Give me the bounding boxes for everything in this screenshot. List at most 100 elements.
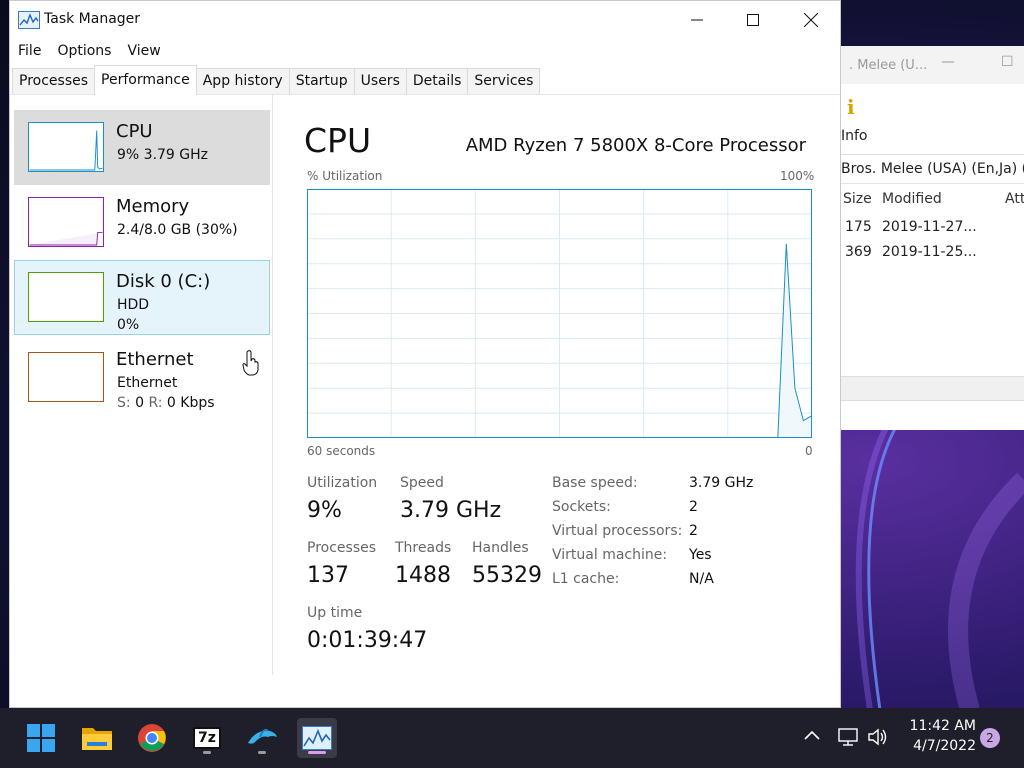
panel-title: CPU	[304, 121, 372, 160]
uptime-value: 0:01:39:47	[307, 628, 428, 653]
tab-performance[interactable]: Performance	[94, 65, 197, 95]
start-icon	[27, 724, 55, 752]
memory-mini-graph	[28, 197, 104, 247]
7zip-icon: 7z	[193, 727, 221, 749]
tab-startup[interactable]: Startup	[288, 68, 355, 94]
network-icon[interactable]	[836, 726, 860, 748]
sidebar-detail: Ethernet	[117, 375, 178, 391]
file-row[interactable]: 175 2019-11-27...	[841, 214, 1024, 239]
sockets-value: 2	[689, 499, 698, 515]
tab-app-history[interactable]: App history	[195, 68, 290, 94]
minimize-button[interactable]	[668, 1, 726, 39]
sidebar-item-cpu[interactable]: CPU 9% 3.79 GHz	[14, 110, 270, 185]
task-manager-window: Task Manager File Options View Processes…	[9, 0, 841, 708]
panel-divider	[272, 95, 273, 675]
ethernet-throughput: S: 0 R: 0 Kbps	[117, 395, 215, 411]
column-modified[interactable]: Modified	[882, 191, 942, 207]
threads-label: Threads	[395, 540, 452, 556]
file-size: 369	[845, 243, 872, 260]
l1-cache-value: N/A	[689, 571, 714, 587]
sidebar-detail: 2.4/8.0 GB (30%)	[117, 222, 238, 238]
virtual-processors-value: 2	[689, 523, 698, 539]
sockets-label: Sockets:	[552, 499, 611, 515]
menu-options[interactable]: Options	[57, 43, 111, 59]
file-row[interactable]: 369 2019-11-25...	[841, 239, 1024, 264]
7zip-button[interactable]: 7z	[187, 718, 227, 758]
chrome-icon	[138, 724, 166, 752]
graph-label: % Utilization	[307, 169, 383, 183]
graph-time-label: 60 seconds	[307, 444, 376, 458]
minimize-icon[interactable]: —	[941, 54, 955, 70]
utilization-label: Utilization	[307, 475, 378, 491]
performance-body: CPU 9% 3.79 GHz Memory 2.4/8.0 GB (30%) …	[10, 95, 840, 707]
speed-value: 3.79 GHz	[400, 498, 502, 523]
horizontal-scrollbar[interactable]	[841, 376, 1024, 400]
folder-icon	[82, 728, 112, 750]
disk-mini-graph	[28, 272, 104, 322]
dolphin-icon	[248, 728, 277, 744]
base-speed-label: Base speed:	[552, 475, 638, 491]
task-manager-app-icon	[18, 11, 40, 29]
base-speed-value: 3.79 GHz	[689, 475, 754, 491]
dolphin-button[interactable]	[242, 718, 282, 758]
sidebar-detail: HDD	[117, 297, 150, 313]
maximize-icon[interactable]: ☐	[1001, 54, 1014, 70]
cpu-mini-graph	[28, 122, 104, 172]
tab-processes[interactable]: Processes	[12, 68, 96, 94]
taskbar: 7z 11:42 AM 4/7/2022 2	[0, 708, 1024, 768]
file-modified: 2019-11-25...	[882, 243, 977, 260]
volume-icon[interactable]	[866, 726, 890, 748]
archive-path[interactable]: Bros. Melee (USA) (En,Ja) (R	[841, 154, 1024, 184]
chevron-up-icon[interactable]	[802, 726, 822, 746]
background-window-titlebar[interactable]: . Melee (U... — ☐	[841, 46, 1024, 84]
utilization-value: 9%	[307, 498, 342, 523]
handles-value: 55329	[472, 563, 542, 588]
uptime-label: Up time	[307, 605, 363, 621]
tab-services[interactable]: Services	[467, 68, 541, 94]
task-manager-button[interactable]	[297, 718, 337, 758]
task-manager-icon	[302, 726, 332, 750]
maximize-button[interactable]	[724, 1, 782, 39]
hand-cursor-icon	[242, 350, 259, 376]
info-button-label[interactable]: Info	[841, 128, 868, 144]
info-icon[interactable]: i	[847, 96, 861, 118]
column-attributes[interactable]: Att	[1005, 191, 1024, 207]
background-toolbar: i Info	[841, 84, 1024, 154]
close-button[interactable]	[782, 1, 840, 39]
sidebar-detail: 9% 3.79 GHz	[117, 147, 209, 163]
running-indicator	[203, 751, 211, 754]
ethernet-mini-graph	[28, 352, 104, 402]
graph-max-label: 100%	[780, 169, 815, 183]
sidebar-item-disk[interactable]: Disk 0 (C:) HDD 0%	[14, 260, 270, 335]
virtual-machine-label: Virtual machine:	[552, 547, 668, 563]
threads-value: 1488	[395, 563, 451, 588]
tab-users[interactable]: Users	[353, 68, 407, 94]
file-explorer-button[interactable]	[77, 718, 117, 758]
clock-date[interactable]: 4/7/2022	[900, 738, 976, 754]
titlebar[interactable]: Task Manager	[10, 1, 840, 39]
close-icon	[804, 13, 818, 27]
l1-cache-label: L1 cache:	[552, 571, 620, 587]
sidebar-item-ethernet[interactable]: Ethernet Ethernet S: 0 R: 0 Kbps	[14, 335, 270, 417]
sidebar-label: Memory	[116, 196, 190, 217]
chrome-button[interactable]	[132, 718, 172, 758]
graph-grid	[307, 189, 812, 438]
active-indicator	[308, 751, 326, 754]
menu-file[interactable]: File	[18, 43, 41, 59]
column-size[interactable]: Size	[843, 191, 872, 207]
start-button[interactable]	[21, 718, 61, 758]
cpu-utilization-graph	[307, 189, 812, 438]
file-list-header: Size Modified Att	[841, 184, 1024, 214]
clock-time[interactable]: 11:42 AM	[906, 718, 976, 734]
menu-view[interactable]: View	[127, 43, 160, 59]
sidebar-item-memory[interactable]: Memory 2.4/8.0 GB (30%)	[14, 185, 270, 260]
speed-label: Speed	[400, 475, 444, 491]
background-archive-window[interactable]: . Melee (U... — ☐ i Info Bros. Melee (US…	[840, 46, 1024, 430]
graph-time-end: 0	[805, 444, 813, 458]
minimize-icon	[691, 19, 703, 21]
processor-name: AMD Ryzen 7 5800X 8-Core Processor	[465, 135, 806, 156]
tab-details[interactable]: Details	[405, 68, 469, 94]
file-size: 175	[845, 218, 872, 235]
resource-list: CPU 9% 3.79 GHz Memory 2.4/8.0 GB (30%) …	[14, 110, 270, 417]
notification-badge[interactable]: 2	[980, 728, 1000, 748]
